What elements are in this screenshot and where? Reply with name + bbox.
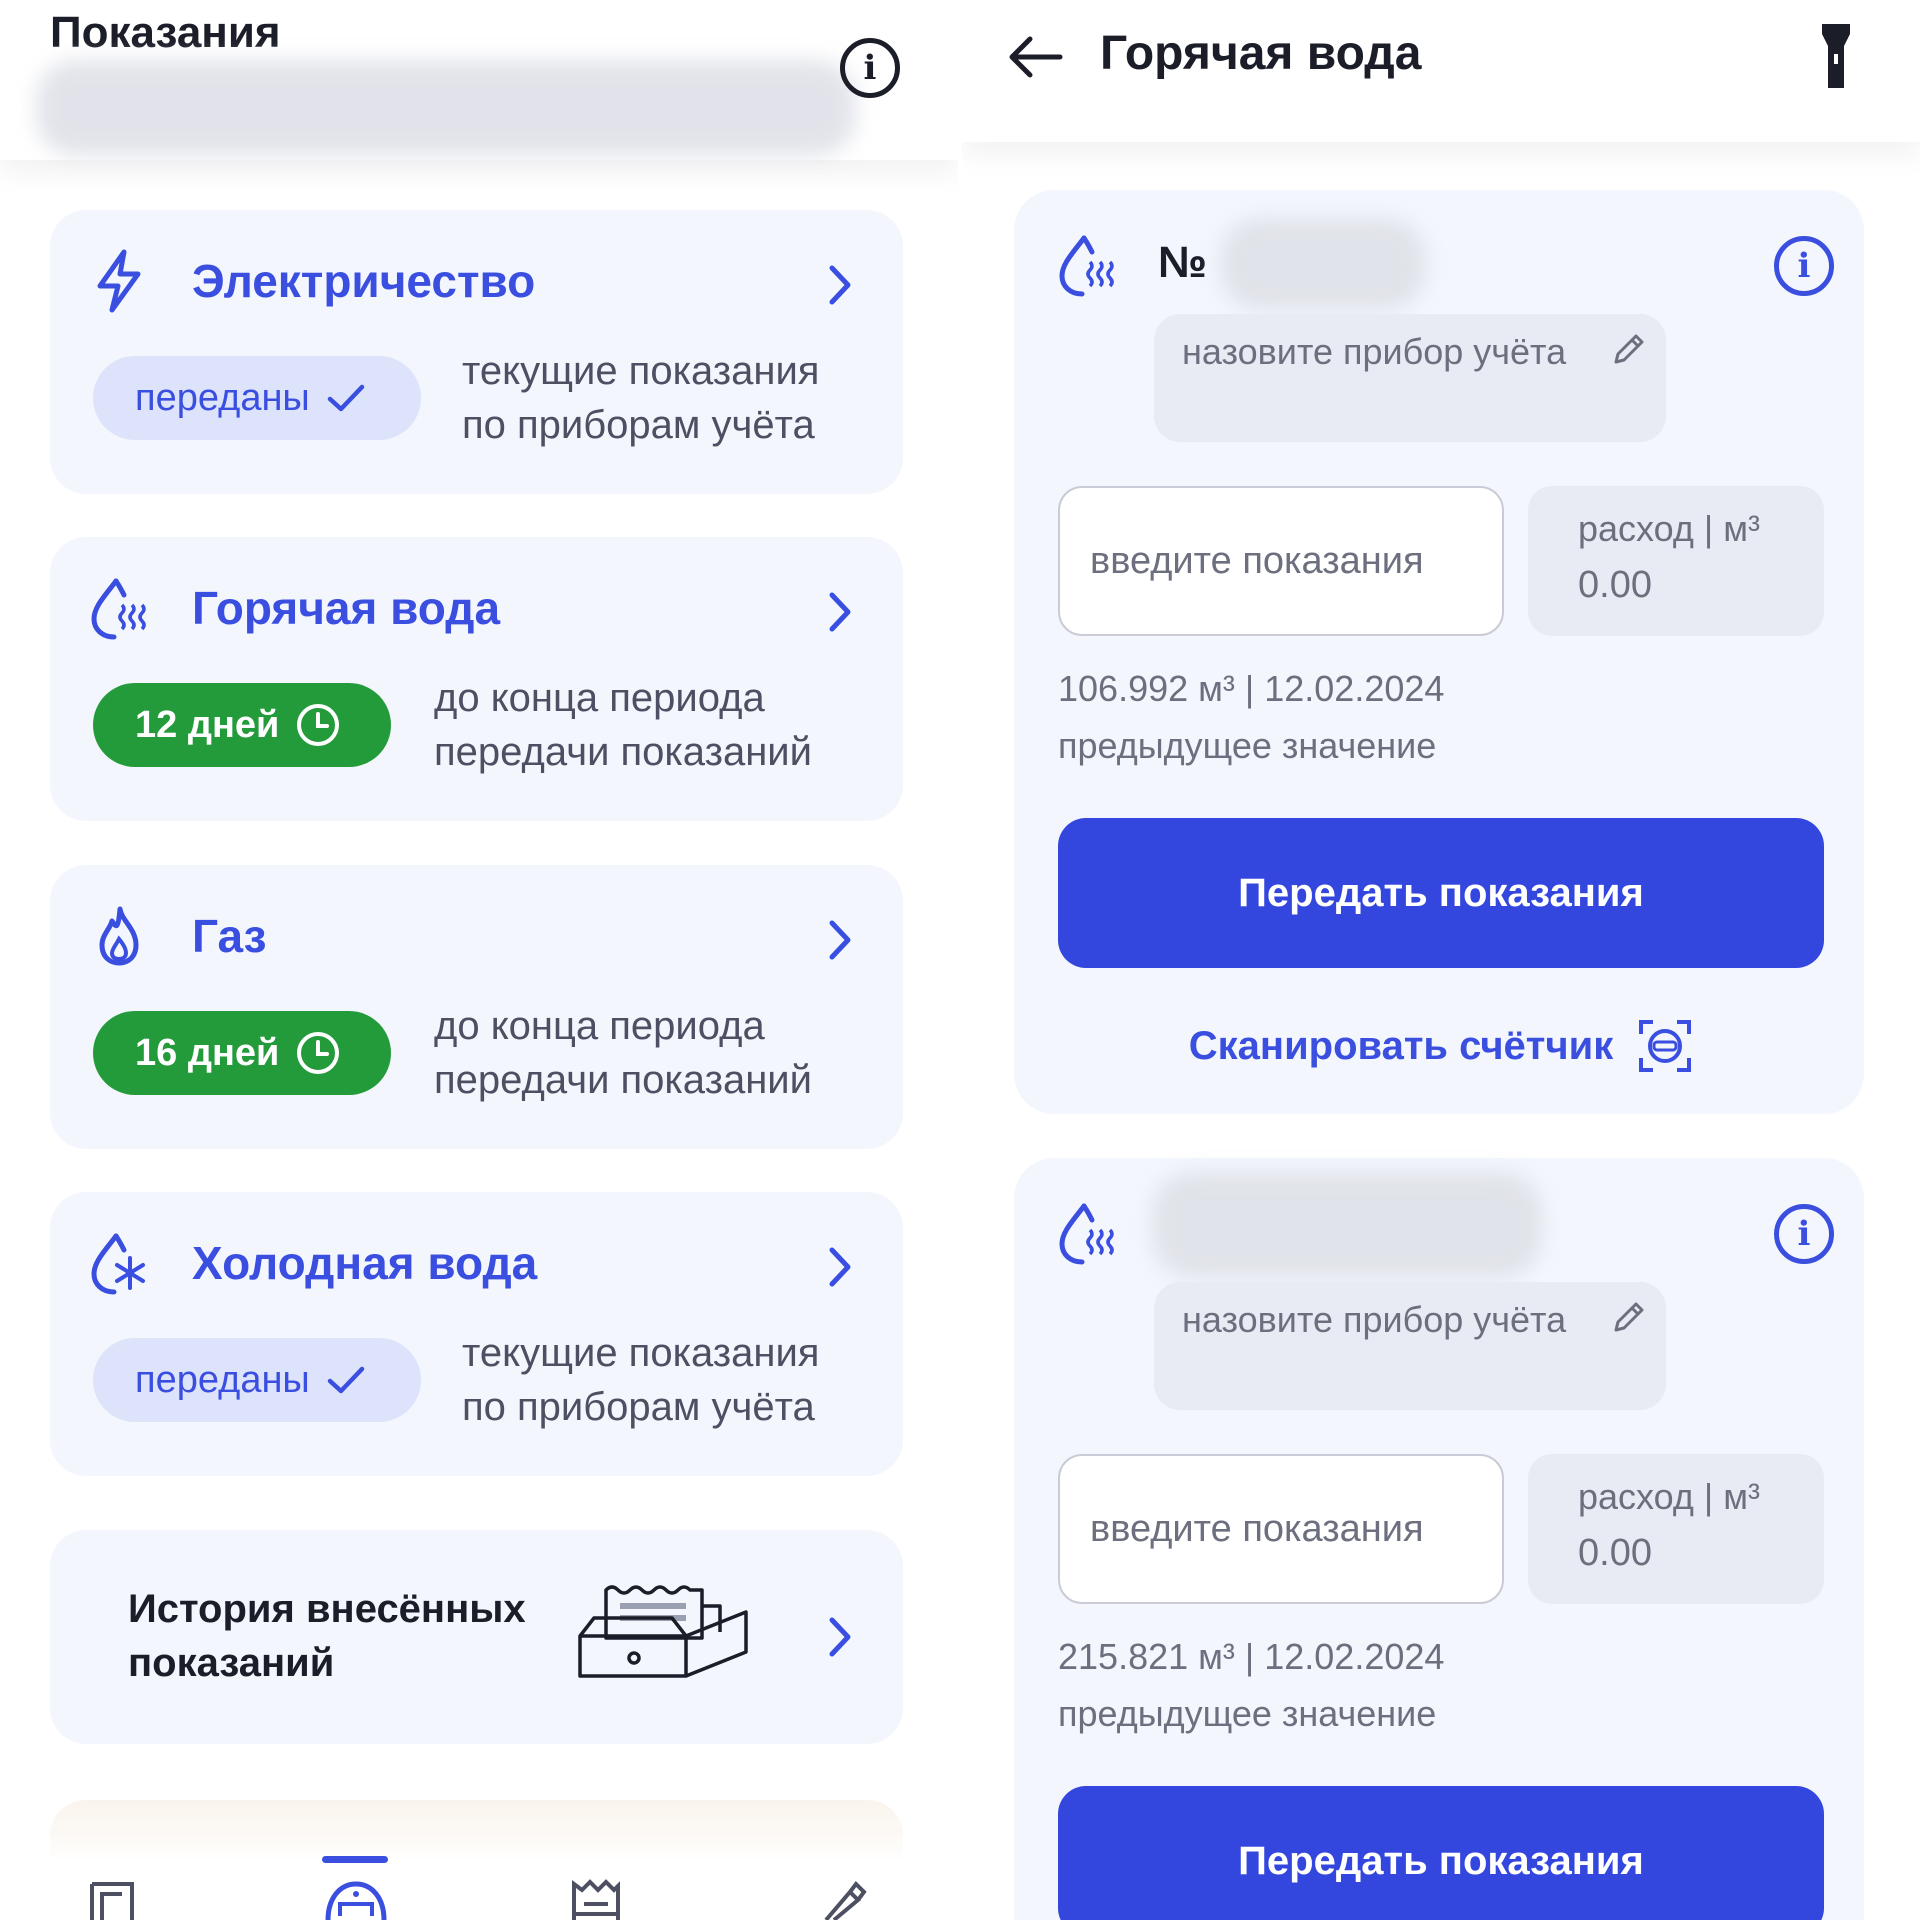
days-label: 16 дней bbox=[135, 1031, 280, 1074]
desc-line: текущие показания bbox=[462, 1331, 820, 1375]
usage-label: расход | м³ bbox=[1578, 1476, 1760, 1517]
scan-icon bbox=[1639, 1020, 1692, 1072]
readings-screen: Показания i Электричество переданы текущ… bbox=[0, 0, 958, 1920]
status-badge: переданы bbox=[93, 356, 421, 440]
previous-value-label: предыдущее значение bbox=[1058, 725, 1437, 766]
meter-name-placeholder: назовите прибор учёта bbox=[1182, 1299, 1567, 1340]
chevron-right-icon[interactable] bbox=[820, 915, 860, 965]
page-title: Горячая вода bbox=[1100, 27, 1422, 80]
card-cold-water[interactable]: Холодная вода переданы текущие показания… bbox=[50, 1192, 903, 1476]
desc-line: текущие показания bbox=[462, 349, 820, 393]
desc-line: по приборам учёта bbox=[462, 403, 815, 447]
card-electricity[interactable]: Электричество переданы текущие показания… bbox=[50, 210, 903, 494]
check-icon bbox=[327, 1366, 364, 1394]
usage-box: расход | м³ 0.00 bbox=[1528, 486, 1824, 636]
info-icon[interactable]: i bbox=[1774, 236, 1834, 296]
services-icon[interactable] bbox=[820, 1878, 868, 1920]
info-icon[interactable]: i bbox=[840, 38, 900, 98]
status-label: переданы bbox=[135, 376, 310, 419]
page-title: Показания bbox=[50, 8, 281, 57]
gas-flame-icon bbox=[99, 906, 139, 966]
readings-nav-icon[interactable] bbox=[322, 1876, 390, 1920]
hot-water-screen: Горячая вода № i назовите прибор учёта в… bbox=[962, 0, 1920, 1920]
desc-line: до конца периода bbox=[434, 676, 765, 720]
desc-line: до конца периода bbox=[434, 1004, 765, 1048]
payments-icon[interactable] bbox=[568, 1878, 624, 1920]
chevron-right-icon[interactable] bbox=[820, 587, 860, 637]
flashlight-icon[interactable] bbox=[1820, 22, 1852, 90]
blurred-meter-number bbox=[1220, 218, 1426, 310]
pencil-icon[interactable] bbox=[1610, 1300, 1646, 1336]
meter-card: i назовите прибор учёта введите показани… bbox=[1014, 1158, 1864, 1920]
card-history[interactable]: История внесённых показаний bbox=[50, 1530, 903, 1744]
check-icon bbox=[327, 384, 364, 412]
card-gas[interactable]: Газ 16 дней до конца периода передачи по… bbox=[50, 865, 903, 1149]
reading-input[interactable]: введите показания bbox=[1058, 486, 1504, 636]
previous-value: 106.992 м³ | 12.02.2024 bbox=[1058, 668, 1445, 709]
card-description: до конца периода передачи показаний bbox=[434, 999, 812, 1107]
desc-line: передачи показаний bbox=[434, 730, 812, 774]
chevron-right-icon[interactable] bbox=[820, 1242, 860, 1292]
submit-readings-button[interactable]: Передать показания bbox=[1058, 1786, 1824, 1920]
blurred-address bbox=[36, 60, 856, 156]
meter-name-placeholder: назовите прибор учёта bbox=[1182, 331, 1567, 372]
deadline-badge: 12 дней bbox=[93, 683, 391, 767]
usage-value: 0.00 bbox=[1578, 564, 1652, 606]
days-label: 12 дней bbox=[135, 703, 280, 746]
hot-water-icon bbox=[1059, 235, 1114, 297]
archive-box-icon bbox=[578, 1585, 748, 1678]
usage-box: расход | м³ 0.00 bbox=[1528, 1454, 1824, 1604]
pencil-icon[interactable] bbox=[1610, 332, 1646, 368]
history-title: История внесённых показаний bbox=[128, 1587, 526, 1685]
previous-value-label: предыдущее значение bbox=[1058, 1693, 1437, 1734]
clock-icon bbox=[297, 704, 340, 746]
previous-value: 215.821 м³ | 12.02.2024 bbox=[1058, 1636, 1445, 1677]
bottom-navigation bbox=[0, 1858, 958, 1920]
reading-input[interactable]: введите показания bbox=[1058, 1454, 1504, 1604]
hot-water-icon bbox=[1059, 1203, 1114, 1265]
clock-icon bbox=[297, 1032, 340, 1074]
usage-value: 0.00 bbox=[1578, 1532, 1652, 1574]
lightning-icon bbox=[97, 249, 141, 313]
header: Горячая вода bbox=[962, 0, 1920, 142]
card-description: текущие показания по приборам учёта bbox=[462, 344, 819, 452]
card-title: Газ bbox=[192, 910, 267, 962]
card-description: до конца периода передачи показаний bbox=[434, 671, 812, 779]
info-icon[interactable]: i bbox=[1774, 1204, 1834, 1264]
cold-water-icon bbox=[91, 1233, 145, 1295]
scan-label: Сканировать счётчик bbox=[1188, 1023, 1614, 1068]
back-arrow-icon[interactable] bbox=[1006, 34, 1066, 80]
scroll-fade bbox=[0, 1760, 958, 1860]
meter-number: № bbox=[1158, 238, 1208, 287]
chevron-right-icon[interactable] bbox=[820, 1612, 860, 1662]
meter-card: № i назовите прибор учёта введите показа… bbox=[1014, 190, 1864, 1114]
meter-name-field[interactable]: назовите прибор учёта bbox=[1154, 314, 1666, 442]
card-title: Электричество bbox=[192, 255, 536, 307]
status-label: переданы bbox=[135, 1358, 310, 1401]
scan-meter-button[interactable]: Сканировать счётчик bbox=[1058, 1010, 1824, 1082]
home-icon[interactable] bbox=[88, 1880, 136, 1920]
header: Показания i bbox=[0, 0, 958, 160]
blurred-meter-number bbox=[1152, 1172, 1542, 1278]
status-badge: переданы bbox=[93, 1338, 421, 1422]
hot-water-icon bbox=[91, 578, 146, 640]
card-title: Холодная вода bbox=[192, 1237, 538, 1289]
deadline-badge: 16 дней bbox=[93, 1011, 391, 1095]
usage-label: расход | м³ bbox=[1578, 508, 1760, 549]
meter-name-field[interactable]: назовите прибор учёта bbox=[1154, 1282, 1666, 1410]
card-hot-water[interactable]: Горячая вода 12 дней до конца периода пе… bbox=[50, 537, 903, 821]
desc-line: передачи показаний bbox=[434, 1058, 812, 1102]
desc-line: по приборам учёта bbox=[462, 1385, 815, 1429]
card-description: текущие показания по приборам учёта bbox=[462, 1326, 819, 1434]
chevron-right-icon[interactable] bbox=[820, 260, 860, 310]
submit-readings-button[interactable]: Передать показания bbox=[1058, 818, 1824, 968]
active-tab-indicator bbox=[322, 1856, 388, 1863]
card-title: Горячая вода bbox=[192, 582, 501, 634]
